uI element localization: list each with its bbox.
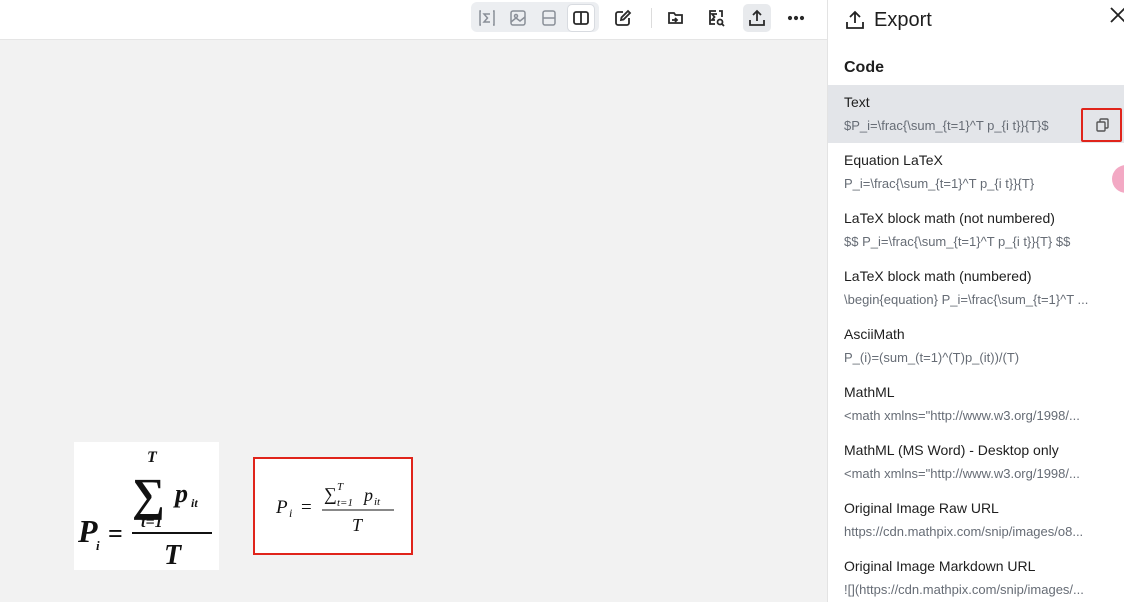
export-item-latex-block-not-numbered[interactable]: LaTeX block math (not numbered) $$ P_i=\…	[828, 201, 1124, 259]
export-item-label: LaTeX block math (not numbered)	[844, 210, 1055, 226]
export-item-value: P_i=\frac{\sum_{t=1}^T p_{i t}}{T}	[844, 176, 1035, 191]
export-panel: Export Code Text $P_i=\frac{\sum_{t=1}^T…	[827, 0, 1124, 602]
export-item-value: $P_i=\frac{\sum_{t=1}^T p_{i t}}{T}$	[844, 118, 1049, 133]
export-item-value: ![](https://cdn.mathpix.com/snip/images/…	[844, 582, 1084, 597]
split-vertical-icon[interactable]	[567, 4, 595, 32]
open-folder-icon[interactable]	[662, 4, 690, 32]
equation-image-graphic: T ∑ p it t=1 P i = T	[77, 449, 212, 571]
svg-text:i: i	[289, 506, 292, 520]
close-icon[interactable]	[1109, 6, 1124, 30]
export-item-original-image-raw-url[interactable]: Original Image Raw URL https://cdn.mathp…	[828, 491, 1124, 549]
view-mode-group	[471, 2, 599, 32]
svg-text:T: T	[147, 449, 158, 466]
export-item-label: MathML (MS Word) - Desktop only	[844, 442, 1059, 458]
formula-search-icon[interactable]	[702, 4, 730, 32]
code-section-title: Code	[844, 59, 884, 76]
svg-text:T: T	[164, 540, 183, 570]
export-item-label: Equation LaTeX	[844, 152, 943, 168]
svg-text:t=1: t=1	[141, 514, 163, 531]
export-panel-title: Export	[874, 8, 932, 31]
split-horizontal-icon[interactable]	[535, 4, 563, 32]
export-item-text[interactable]: Text $P_i=\frac{\sum_{t=1}^T p_{i t}}{T}…	[828, 85, 1124, 143]
export-item-value: \begin{equation} P_i=\frac{\sum_{t=1}^T …	[844, 292, 1089, 307]
more-icon[interactable]	[782, 4, 810, 32]
svg-text:it: it	[191, 496, 198, 510]
export-item-value: <math xmlns="http://www.w3.org/1998/...	[844, 466, 1080, 481]
svg-text:∑: ∑	[132, 469, 165, 520]
copy-button[interactable]	[1081, 108, 1122, 142]
svg-text:it: it	[374, 496, 381, 508]
export-item-value: https://cdn.mathpix.com/snip/images/o8..…	[844, 524, 1084, 539]
export-item-mathml-ms-word[interactable]: MathML (MS Word) - Desktop only <math xm…	[828, 433, 1124, 491]
export-item-label: Original Image Markdown URL	[844, 558, 1036, 574]
export-item-label: Text	[844, 94, 870, 110]
svg-text:t=1: t=1	[337, 497, 353, 509]
svg-text:i: i	[96, 538, 100, 553]
svg-text:P: P	[77, 513, 98, 549]
svg-text:p: p	[362, 485, 373, 505]
export-item-label: LaTeX block math (numbered)	[844, 268, 1032, 284]
svg-text:T: T	[337, 481, 344, 493]
export-item-value: P_(i)=(sum_(t=1)^(T)p_(it))/(T)	[844, 350, 1020, 365]
export-icon	[846, 10, 864, 29]
rendered-equation-preview[interactable]: P i = ∑ T t=1 p it T	[253, 457, 413, 555]
export-item-label: MathML	[844, 384, 895, 400]
image-icon[interactable]	[504, 4, 532, 32]
edit-icon[interactable]	[609, 4, 637, 32]
copy-icon	[1095, 118, 1109, 132]
export-item-value: <math xmlns="http://www.w3.org/1998/...	[844, 408, 1080, 423]
export-item-latex-block-numbered[interactable]: LaTeX block math (numbered) \begin{equat…	[828, 259, 1124, 317]
toolbar-divider	[651, 8, 652, 28]
export-item-equation-latex[interactable]: Equation LaTeX P_i=\frac{\sum_{t=1}^T p_…	[828, 143, 1124, 201]
export-item-mathml[interactable]: MathML <math xmlns="http://www.w3.org/19…	[828, 375, 1124, 433]
export-item-asciimath[interactable]: AsciiMath P_(i)=(sum_(t=1)^(T)p_(it))/(T…	[828, 317, 1124, 375]
top-toolbar	[0, 0, 827, 40]
export-upload-icon[interactable]	[743, 4, 771, 32]
svg-text:=: =	[301, 497, 312, 518]
svg-text:∑: ∑	[324, 484, 337, 504]
svg-text:P: P	[275, 497, 288, 518]
export-panel-header: Export	[844, 6, 932, 34]
export-item-value: $$ P_i=\frac{\sum_{t=1}^T p_{i t}}{T} $$	[844, 234, 1071, 249]
rendered-equation-graphic: P i = ∑ T t=1 p it T	[275, 481, 394, 535]
svg-text:T: T	[352, 515, 364, 535]
export-item-label: Original Image Raw URL	[844, 500, 999, 516]
export-item-label: AsciiMath	[844, 326, 905, 342]
export-item-original-image-markdown-url[interactable]: Original Image Markdown URL ![](https://…	[828, 549, 1124, 602]
sum-box-icon[interactable]	[473, 4, 501, 32]
svg-text:=: =	[108, 519, 123, 548]
svg-text:p: p	[173, 479, 188, 508]
original-equation-image: T ∑ p it t=1 P i = T	[74, 442, 219, 571]
